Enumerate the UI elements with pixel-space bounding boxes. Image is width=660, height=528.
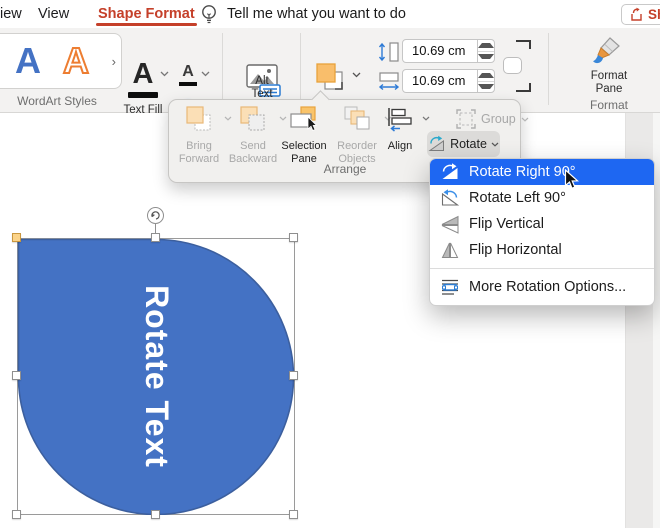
lightbulb-icon [200,4,218,29]
flip-horizontal-icon [439,240,461,260]
selected-shape[interactable]: Rotate Text [12,207,298,519]
chevron-down-icon[interactable] [201,71,210,77]
text-outline-icon[interactable]: A [178,64,198,80]
rotate-menu: Rotate Right 90° Rotate Left 90° Flip Ve… [429,158,655,306]
wordart-gallery[interactable]: A A › [0,33,122,89]
format-pane-icon [593,37,620,64]
shape-width-icon [378,72,400,91]
reorder-objects-button[interactable]: Reorder Objects [330,106,392,165]
shape-text: Rotate Text [138,285,175,468]
aspect-bracket-top [516,40,531,49]
menu-item-rotate-right[interactable]: Rotate Right 90° [430,159,654,185]
group-separator [300,33,301,105]
width-stepper[interactable] [477,70,494,92]
shape-width-field[interactable]: 10.69 cm [402,69,495,93]
rotate-left-icon [439,188,461,208]
aspect-bracket-bottom [516,83,531,92]
chevron-down-icon[interactable] [352,72,361,78]
height-stepper[interactable] [477,40,494,62]
format-group-label: Format [589,98,628,112]
format-pane-button[interactable]: Format Pane [586,70,632,95]
tab-view[interactable]: View [38,0,69,28]
selection-pane-icon [290,106,318,132]
chevron-down-icon [521,117,529,122]
align-icon [388,108,412,132]
mouse-cursor [564,168,580,195]
send-backward-button[interactable]: Send Backward [225,106,287,165]
flip-vertical-icon [439,214,461,234]
menu-bar: iew View Shape Format Tell me what you w… [0,0,660,28]
group-icon [456,109,476,129]
rotate-button[interactable]: Rotate [427,131,500,157]
group-separator [222,33,223,105]
group-button[interactable]: Group [456,109,529,129]
shape-width-value[interactable]: 10.69 cm [403,70,477,92]
rotate-icon [428,135,445,151]
share-button[interactable]: Sh [621,4,660,25]
chevron-down-icon [491,142,499,147]
tell-me-box[interactable]: Tell me what you want to do [227,0,406,28]
shape-height-value[interactable]: 10.69 cm [403,40,477,62]
app-window: iew View Shape Format Tell me what you w… [0,0,660,528]
arrange-icon[interactable] [314,61,346,93]
reorder-objects-icon [344,106,369,130]
resize-handle-bottom[interactable] [151,510,160,519]
alt-text-button[interactable]: Alt Text [240,75,284,100]
menu-item-rotate-left[interactable]: Rotate Left 90° [430,185,654,211]
send-backward-icon [240,106,265,131]
resize-handle-topright[interactable] [289,233,298,242]
bring-forward-button[interactable]: Bring Forward [172,106,232,165]
resize-handle-top[interactable] [151,233,160,242]
wordart-gallery-more-button[interactable]: › [112,54,116,69]
lock-aspect-ratio-checkbox[interactable] [503,57,522,74]
align-button[interactable]: Align [378,106,430,153]
more-rotation-options-icon [439,277,461,297]
text-fill-color-swatch [128,92,158,98]
resize-handle-left[interactable] [12,371,21,380]
shape-height-icon [378,42,399,62]
chevron-down-icon[interactable] [160,71,169,77]
menu-item-more-rotation-options[interactable]: More Rotation Options... [430,274,654,300]
group-separator [548,33,549,105]
tab-shape-format[interactable]: Shape Format [96,0,197,28]
shape-text-container: Rotate Text [17,238,295,515]
text-outline-color-swatch [179,82,197,86]
rotate-right-icon [439,162,461,182]
text-fill-icon[interactable]: A [127,60,159,89]
selection-pane-button[interactable]: Selection Pane [275,106,333,165]
resize-handle-bottomright[interactable] [289,510,298,519]
menu-item-flip-horizontal[interactable]: Flip Horizontal [430,237,654,263]
chevron-down-icon [422,116,430,121]
menu-item-flip-vertical[interactable]: Flip Vertical [430,211,654,237]
wordart-style-blue[interactable]: A [15,36,41,86]
share-icon [631,7,642,21]
arrange-group-label: Arrange [323,162,367,176]
menu-separator [430,268,654,269]
resize-handle-right[interactable] [289,371,298,380]
shape-height-field[interactable]: 10.69 cm [402,39,495,63]
tab-review-partial[interactable]: iew [0,0,22,28]
bring-forward-icon [186,106,211,131]
wordart-style-orange[interactable]: A [62,36,90,86]
resize-handle-bottomleft[interactable] [12,510,21,519]
adjust-handle-topleft[interactable] [12,233,21,242]
wordart-group-label: WordArt Styles [17,94,97,108]
rotation-handle[interactable] [147,207,164,224]
